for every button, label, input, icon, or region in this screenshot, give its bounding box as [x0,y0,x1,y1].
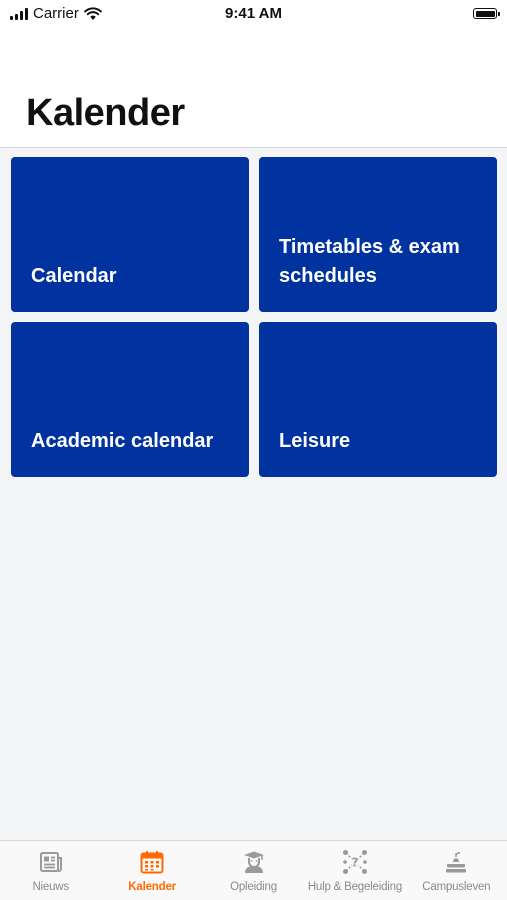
tile-calendar[interactable]: Calendar [11,157,249,312]
status-bar: Carrier 9:41 AM [0,0,507,28]
tile-label: Timetables & exam schedules [279,236,460,287]
tab-label: Campusleven [422,881,491,893]
tab-label: Hulp & Begeleiding [307,881,403,893]
tab-label: Kalender [128,881,176,893]
tile-label: Academic calendar [31,430,214,452]
newspaper-icon [39,852,62,872]
tab-bar: Nieuws Kalender Opleiding ? Hulp & Begel… [0,840,507,900]
status-time: 9:41 AM [225,5,282,22]
battery-icon [473,8,500,19]
tile-academic-calendar[interactable]: Academic calendar [11,322,249,477]
tile-label: Leisure [279,430,351,452]
help-network-icon: ? [342,850,367,874]
tab-kalender[interactable]: Kalender [101,841,202,900]
tile-grid: Calendar Timetables & exam schedules Aca… [0,148,507,840]
tab-campusleven[interactable]: Campusleven [406,841,507,900]
graduate-icon [243,851,264,873]
tile-label: Calendar [31,265,117,287]
tab-nieuws[interactable]: Nieuws [0,841,101,900]
tile-timetables-exam-schedules[interactable]: Timetables & exam schedules [259,157,497,312]
tab-opleiding[interactable]: Opleiding [203,841,304,900]
tab-hulp-begeleiding[interactable]: ? Hulp & Begeleiding [304,841,405,900]
svg-text:?: ? [351,856,358,870]
page-title: Kalender [26,92,185,134]
campus-life-icon [446,851,467,873]
tile-leisure[interactable]: Leisure [259,322,497,477]
tab-label: Opleiding [230,881,277,893]
calendar-icon [140,851,164,874]
tab-label: Nieuws [32,881,69,893]
